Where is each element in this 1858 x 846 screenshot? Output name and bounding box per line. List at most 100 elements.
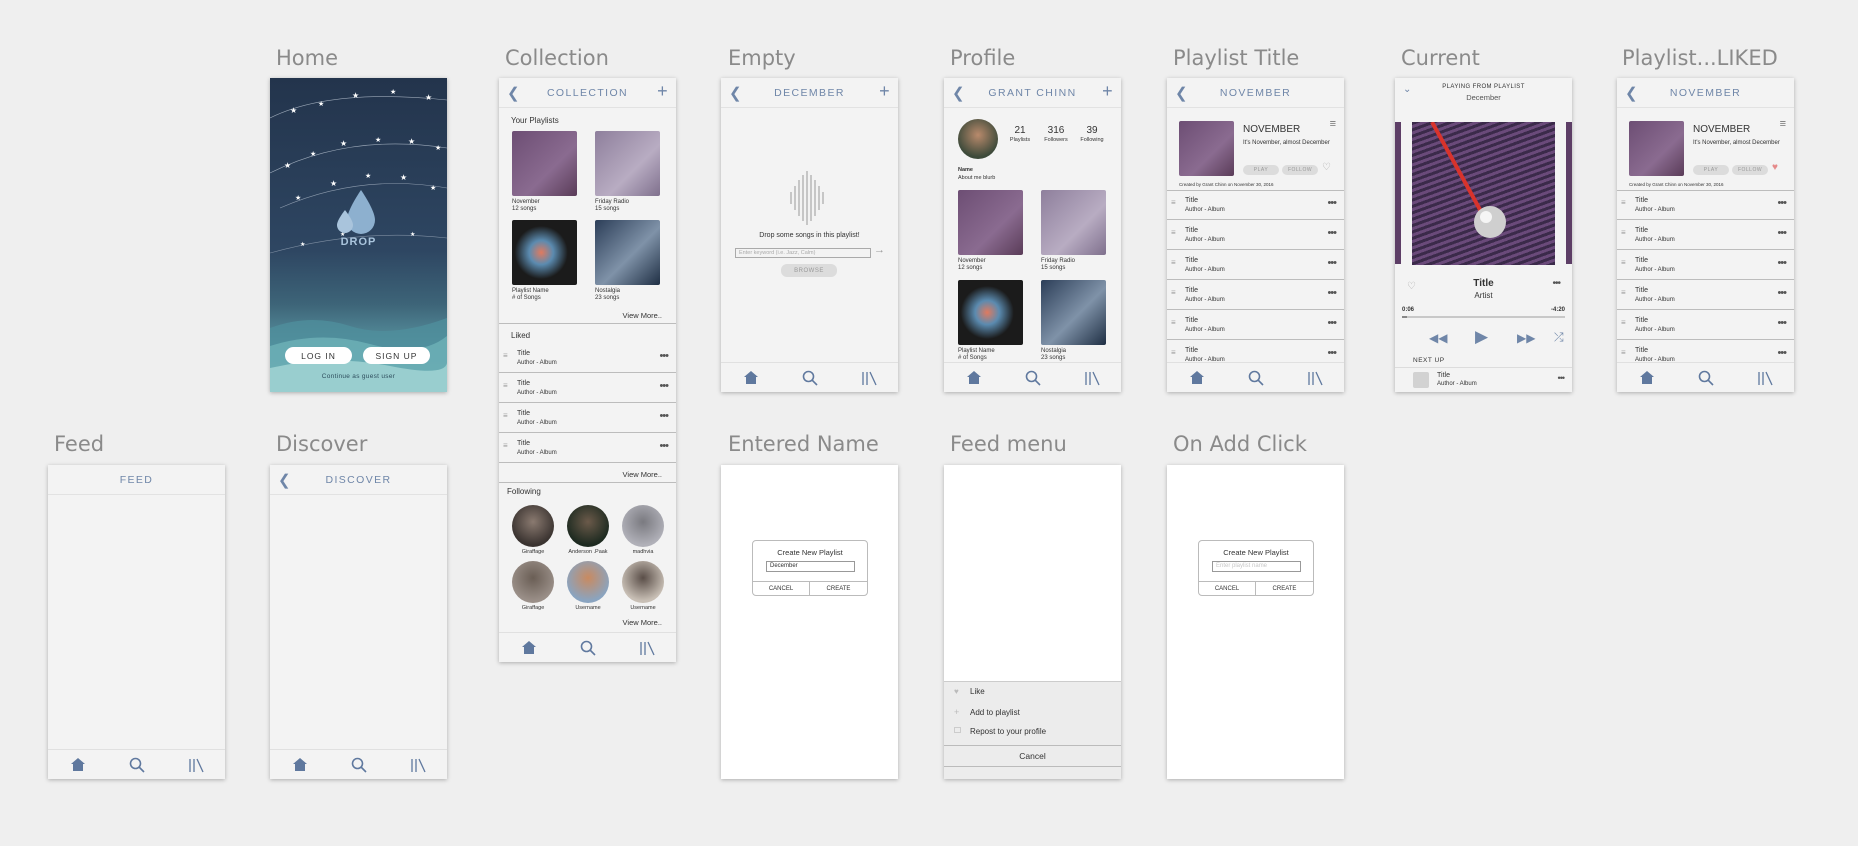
track-row[interactable]: ≡ Title Author - Album ••• (499, 434, 676, 463)
progress-track[interactable] (1402, 316, 1565, 318)
more-icon[interactable]: ••• (1777, 257, 1787, 269)
home-icon[interactable] (289, 756, 311, 774)
create-button[interactable]: CREATE (810, 581, 867, 596)
more-icon[interactable]: ••• (1327, 317, 1337, 329)
playlist-name-input[interactable]: December (766, 561, 855, 572)
track-row[interactable]: ≡ Title Author - Album ••• (499, 404, 676, 433)
follow-button[interactable]: FOLLOW (1282, 165, 1318, 175)
library-icon[interactable] (407, 756, 429, 774)
add-icon[interactable]: + (1102, 81, 1114, 102)
search-icon[interactable] (1695, 369, 1717, 387)
home-icon[interactable] (963, 369, 985, 387)
cancel-button[interactable]: CANCEL (1199, 581, 1256, 596)
more-icon[interactable]: ••• (1558, 373, 1566, 383)
back-icon[interactable]: ❮ (278, 471, 292, 489)
home-icon[interactable] (67, 756, 89, 774)
view-more-link[interactable]: View More.. (623, 470, 662, 479)
more-icon[interactable]: ••• (1777, 317, 1787, 329)
playlist-name-input[interactable]: Enter playlist name (1212, 561, 1301, 572)
search-icon[interactable] (577, 639, 599, 657)
guest-link[interactable]: Continue as guest user (270, 373, 447, 380)
more-icon[interactable]: ••• (1552, 278, 1560, 289)
heart-filled-icon[interactable]: ♥ (1772, 162, 1778, 173)
track-row[interactable]: ≡ Title Author - Album ••• (1617, 311, 1794, 340)
play-icon[interactable]: ▶ (1475, 327, 1488, 347)
track-row[interactable]: ≡ Title Author - Album ••• (1617, 221, 1794, 250)
menu-icon[interactable]: ≡ (1330, 118, 1336, 130)
profile-avatar[interactable] (958, 119, 998, 159)
avatar[interactable] (622, 505, 664, 547)
avatar[interactable] (622, 561, 664, 603)
more-icon[interactable]: ••• (1777, 197, 1787, 209)
search-icon[interactable] (1022, 369, 1044, 387)
library-icon[interactable] (858, 369, 880, 387)
playlist-cover[interactable] (1041, 280, 1106, 345)
search-icon[interactable] (799, 369, 821, 387)
more-icon[interactable]: ••• (1327, 227, 1337, 239)
track-row[interactable]: ≡ Title Author - Album ••• (1167, 191, 1344, 220)
menu-item-add-to-playlist[interactable]: Add to playlist (970, 708, 1020, 717)
drag-handle-icon[interactable]: ≡ (503, 412, 508, 420)
heart-icon[interactable]: ♡ (1322, 162, 1331, 173)
more-icon[interactable]: ••• (1327, 347, 1337, 359)
avatar[interactable] (512, 505, 554, 547)
library-icon[interactable] (1304, 369, 1326, 387)
view-more-link[interactable]: View More.. (623, 311, 662, 320)
back-icon[interactable]: ❮ (1625, 84, 1639, 102)
playlist-cover[interactable] (595, 131, 660, 196)
track-row[interactable]: ≡ Title Author - Album ••• (499, 374, 676, 403)
search-icon[interactable] (348, 756, 370, 774)
drag-handle-icon[interactable]: ≡ (1621, 259, 1626, 267)
drag-handle-icon[interactable]: ≡ (1171, 229, 1176, 237)
arrow-right-icon[interactable]: → (874, 244, 885, 256)
playlist-cover[interactable] (595, 220, 660, 285)
track-row[interactable]: ≡ Title Author - Album ••• (1167, 281, 1344, 310)
library-icon[interactable] (1754, 369, 1776, 387)
menu-item-repost[interactable]: Repost to your profile (970, 727, 1046, 736)
search-icon[interactable] (126, 756, 148, 774)
track-row[interactable]: ≡ Title Author - Album ••• (1167, 221, 1344, 250)
drag-handle-icon[interactable]: ≡ (1621, 319, 1626, 327)
more-icon[interactable]: ••• (1777, 287, 1787, 299)
home-icon[interactable] (1186, 369, 1208, 387)
library-icon[interactable] (1081, 369, 1103, 387)
back-icon[interactable]: ❮ (507, 84, 521, 102)
home-icon[interactable] (740, 369, 762, 387)
login-button[interactable]: LOG IN (285, 347, 352, 364)
drag-handle-icon[interactable]: ≡ (1171, 199, 1176, 207)
rewind-icon[interactable]: ◀◀ (1429, 331, 1447, 345)
signup-button[interactable]: SIGN UP (363, 347, 430, 364)
more-icon[interactable]: ••• (1327, 257, 1337, 269)
play-button[interactable]: PLAY (1693, 165, 1729, 175)
track-row[interactable]: ≡ Title Author - Album ••• (1167, 311, 1344, 340)
library-icon[interactable] (185, 756, 207, 774)
drag-handle-icon[interactable]: ≡ (1171, 349, 1176, 357)
more-icon[interactable]: ••• (1777, 227, 1787, 239)
drag-handle-icon[interactable]: ≡ (503, 352, 508, 360)
playlist-cover[interactable] (1041, 190, 1106, 255)
avatar[interactable] (567, 561, 609, 603)
view-more-link[interactable]: View More.. (623, 618, 662, 627)
cancel-button[interactable]: Cancel (944, 745, 1121, 767)
playlist-cover[interactable] (512, 131, 577, 196)
search-icon[interactable] (1245, 369, 1267, 387)
create-button[interactable]: CREATE (1256, 581, 1313, 596)
back-icon[interactable]: ❮ (729, 84, 743, 102)
avatar[interactable] (567, 505, 609, 547)
drag-handle-icon[interactable]: ≡ (503, 442, 508, 450)
more-icon[interactable]: ••• (1327, 287, 1337, 299)
more-icon[interactable]: ••• (659, 410, 669, 422)
more-icon[interactable]: ••• (1777, 347, 1787, 359)
keyword-input[interactable]: Enter keyword (i.e. Jazz, Calm) (735, 248, 871, 258)
follow-button[interactable]: FOLLOW (1732, 165, 1768, 175)
drag-handle-icon[interactable]: ≡ (1171, 289, 1176, 297)
play-button[interactable]: PLAY (1243, 165, 1279, 175)
library-icon[interactable] (636, 639, 658, 657)
avatar[interactable] (512, 561, 554, 603)
back-icon[interactable]: ❮ (952, 84, 966, 102)
menu-item-like[interactable]: Like (970, 687, 985, 696)
fast-forward-icon[interactable]: ▶▶ (1517, 331, 1535, 345)
add-icon[interactable]: + (879, 81, 891, 102)
more-icon[interactable]: ••• (659, 440, 669, 452)
track-row[interactable]: ≡ Title Author - Album ••• (1617, 281, 1794, 310)
